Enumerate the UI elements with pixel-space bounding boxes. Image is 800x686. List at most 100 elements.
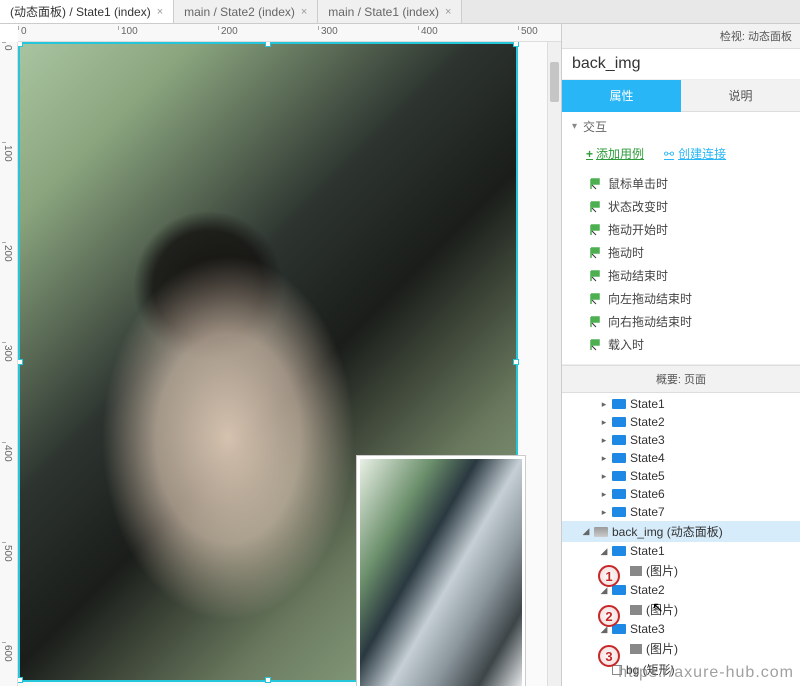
expand-icon[interactable]: ▸ (600, 507, 608, 518)
expand-icon[interactable]: ▸ (600, 471, 608, 482)
expand-icon[interactable]: ◢ (600, 546, 608, 557)
ruler-tick: 300 (2, 342, 6, 362)
tree-label: State5 (630, 469, 665, 483)
create-link[interactable]: ⚯ 创建连接 (664, 145, 726, 162)
event-item[interactable]: 拖动时 (562, 241, 800, 264)
close-icon[interactable]: × (445, 6, 451, 18)
add-case-link[interactable]: + 添加用例 (586, 145, 644, 162)
folder-icon (612, 399, 626, 409)
resize-handle[interactable] (513, 42, 519, 47)
ruler-tick: 200 (2, 242, 6, 262)
ruler-tick: 100 (2, 142, 6, 162)
ruler-tick: 200 (218, 26, 238, 30)
tab-label: (动态面板) / State1 (index) (10, 3, 151, 20)
ruler-tick: 500 (2, 542, 6, 562)
tree-label: State2 (630, 583, 665, 597)
resize-handle[interactable] (513, 359, 519, 365)
property-tabs: 属性 说明 (562, 80, 800, 112)
inspector-panel: 检视: 动态面板 back_img 属性 说明 ▾ 交互 + 添加用例 ⚯ (562, 24, 800, 686)
scrollbar-thumb[interactable] (550, 62, 559, 102)
ruler-tick: 0 (2, 42, 6, 51)
section-header-interactions[interactable]: ▾ 交互 (562, 112, 800, 141)
close-icon[interactable]: × (301, 6, 307, 18)
tree-label: State6 (630, 487, 665, 501)
event-item[interactable]: 拖动结束时 (562, 264, 800, 287)
expand-icon[interactable]: ◢ (582, 526, 590, 537)
tree-label: bg (矩形) (626, 661, 675, 678)
tree-bg-rect[interactable]: bg (矩形) (562, 659, 800, 680)
ruler-tick: 100 (118, 26, 138, 30)
vertical-scrollbar[interactable] (547, 42, 561, 686)
close-icon[interactable]: × (157, 6, 163, 18)
event-label: 拖动开始时 (608, 221, 668, 238)
chevron-down-icon: ▾ (572, 121, 577, 132)
annotation-badge-1: 1 (598, 565, 620, 587)
ruler-vertical: 0 100 200 300 400 500 600 (0, 42, 18, 686)
expand-icon[interactable]: ▸ (600, 399, 608, 410)
expand-icon[interactable]: ▸ (600, 417, 608, 428)
tree-state[interactable]: ▸ State7 (562, 503, 800, 521)
folder-icon (612, 453, 626, 463)
tree-child-state[interactable]: ◢State2 (562, 581, 800, 599)
event-item[interactable]: 向右拖动结束时 (562, 310, 800, 333)
tree-state[interactable]: ▸State3 (562, 431, 800, 449)
annotation-badge-2: 2 (598, 605, 620, 627)
expand-icon[interactable]: ▸ (600, 489, 608, 500)
ruler-tick: 400 (418, 26, 438, 30)
create-link-label: 创建连接 (678, 145, 726, 162)
event-flag-icon (590, 201, 602, 213)
canvas[interactable] (18, 42, 561, 686)
tree-label: State1 (630, 397, 665, 411)
add-case-label: 添加用例 (596, 145, 644, 162)
tree-state[interactable]: ▸ State1 (562, 395, 800, 413)
event-flag-icon (590, 339, 602, 351)
tree-label: State7 (630, 505, 665, 519)
tab-main-state1[interactable]: main / State1 (index) × (318, 0, 462, 23)
event-label: 状态改变时 (608, 198, 668, 215)
expand-icon[interactable]: ▸ (600, 453, 608, 464)
tab-main-state2[interactable]: main / State2 (index) × (174, 0, 318, 23)
tree-label: (图片) (646, 562, 678, 579)
event-item[interactable]: 向左拖动结束时 (562, 287, 800, 310)
link-icon: ⚯ (664, 147, 674, 161)
selected-image-widget[interactable] (18, 42, 518, 682)
tree-label: State1 (630, 544, 665, 558)
event-item[interactable]: 拖动开始时 (562, 218, 800, 241)
tree-child-state[interactable]: ◢ State1 (562, 542, 800, 560)
tree-state[interactable]: ▸ State5 (562, 467, 800, 485)
tree-back-img[interactable]: ◢back_img (动态面板) (562, 521, 800, 542)
event-flag-icon (590, 224, 602, 236)
resize-handle[interactable] (18, 359, 23, 365)
outline-tree: ▸State1▸State2▸State3▸State4▸State5▸Stat… (562, 393, 800, 686)
tab-label: main / State2 (index) (184, 5, 295, 19)
tree-child-state[interactable]: ◢State3 (562, 620, 800, 638)
resize-handle[interactable] (265, 42, 271, 47)
ruler-tick: 400 (2, 442, 6, 462)
ruler-tick: 600 (2, 642, 6, 662)
event-list: 鼠标单击时状态改变时拖动开始时拖动时拖动结束时向左拖动结束时向右拖动结束时载入时 (562, 170, 800, 364)
ruler-tick: 0 (18, 26, 27, 30)
event-label: 拖动时 (608, 244, 644, 261)
tab-state1[interactable]: (动态面板) / State1 (index) × (0, 0, 174, 23)
annotation-badge-3: 3 (598, 645, 620, 667)
tree-label: State3 (630, 622, 665, 636)
tree-state[interactable]: ▸State2 (562, 413, 800, 431)
dynamic-panel-icon (594, 527, 608, 537)
event-item[interactable]: 状态改变时 (562, 195, 800, 218)
event-item[interactable]: 鼠标单击时 (562, 172, 800, 195)
tree-label: State4 (630, 451, 665, 465)
tab-properties[interactable]: 属性 (562, 80, 681, 112)
tree-state[interactable]: ▸ State4 (562, 449, 800, 467)
event-label: 向左拖动结束时 (608, 290, 692, 307)
resize-handle[interactable] (18, 42, 23, 47)
event-item[interactable]: 载入时 (562, 333, 800, 356)
resize-handle[interactable] (18, 677, 23, 683)
tree-state[interactable]: ▸ State6 (562, 485, 800, 503)
document-tabs: (动态面板) / State1 (index) × main / State2 … (0, 0, 800, 24)
tree-label: (图片) (646, 640, 678, 657)
expand-icon[interactable]: ▸ (600, 435, 608, 446)
element-name[interactable]: back_img (562, 49, 800, 80)
inset-image-widget[interactable] (356, 455, 526, 686)
resize-handle[interactable] (265, 677, 271, 683)
tab-notes[interactable]: 说明 (681, 80, 800, 112)
